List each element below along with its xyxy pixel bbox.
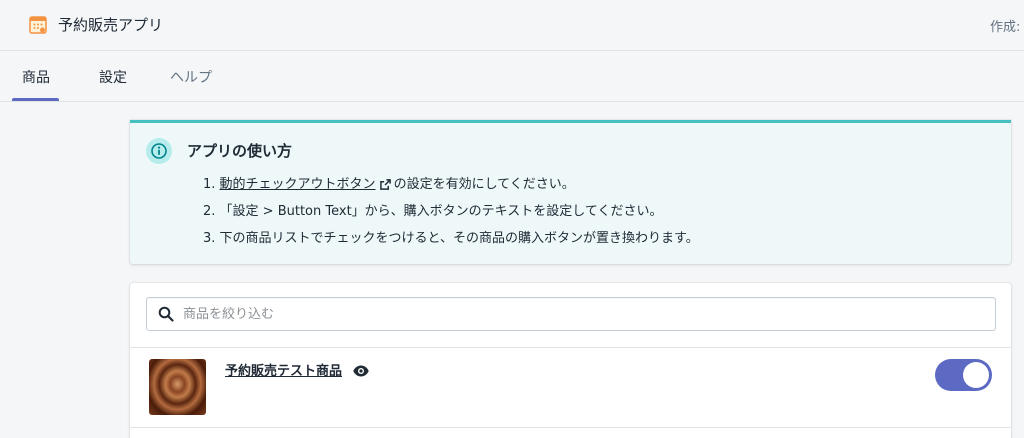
product-thumbnail — [149, 359, 206, 415]
search-icon — [158, 306, 174, 326]
step-1-suffix: の設定を有効にしてください。 — [393, 177, 575, 192]
divider — [130, 347, 1011, 348]
info-banner: アプリの使い方 1. 動的チェックアウトボタン の設定を有効にしてください。 2.… — [130, 120, 1011, 264]
dynamic-checkout-link[interactable]: 動的チェックアウトボタン — [220, 177, 376, 192]
active-tab-indicator — [12, 98, 59, 101]
calendar-icon — [28, 15, 48, 35]
instruction-step-3: 3. 下の商品リストでチェックをつけると、その商品の購入ボタンが置き換わります。 — [203, 231, 699, 246]
product-enable-toggle[interactable] — [935, 359, 992, 391]
product-name-link[interactable]: 予約販売テスト商品 — [225, 360, 342, 379]
tab-products[interactable]: 商品 — [22, 67, 50, 87]
tab-bar: 商品 設定 ヘルプ — [0, 52, 1024, 102]
product-list-card: 予約販売テスト商品 — [130, 283, 1011, 438]
tab-help[interactable]: ヘルプ — [170, 67, 212, 87]
banner-title: アプリの使い方 — [187, 142, 293, 160]
search-input[interactable] — [183, 298, 983, 330]
info-icon — [146, 138, 172, 164]
divider — [130, 427, 1011, 428]
external-link-icon[interactable] — [379, 178, 391, 196]
step-1-prefix: 1. — [203, 177, 220, 192]
app-title: 予約販売アプリ — [58, 16, 164, 34]
instruction-step-2: 2. 「設定 > Button Text」から、購入ボタンのテキストを設定してく… — [203, 204, 663, 219]
author-label: 作成: — [990, 20, 1021, 35]
toggle-knob — [963, 362, 989, 388]
instruction-step-1: 1. 動的チェックアウトボタン の設定を有効にしてください。 — [203, 176, 699, 203]
top-bar: 予約販売アプリ 作成: — [0, 0, 1024, 51]
instruction-list: 1. 動的チェックアウトボタン の設定を有効にしてください。 2. 「設定 > B… — [203, 176, 699, 257]
eye-icon[interactable] — [353, 362, 369, 381]
tab-settings[interactable]: 設定 — [99, 67, 127, 87]
search-field[interactable] — [146, 297, 996, 331]
